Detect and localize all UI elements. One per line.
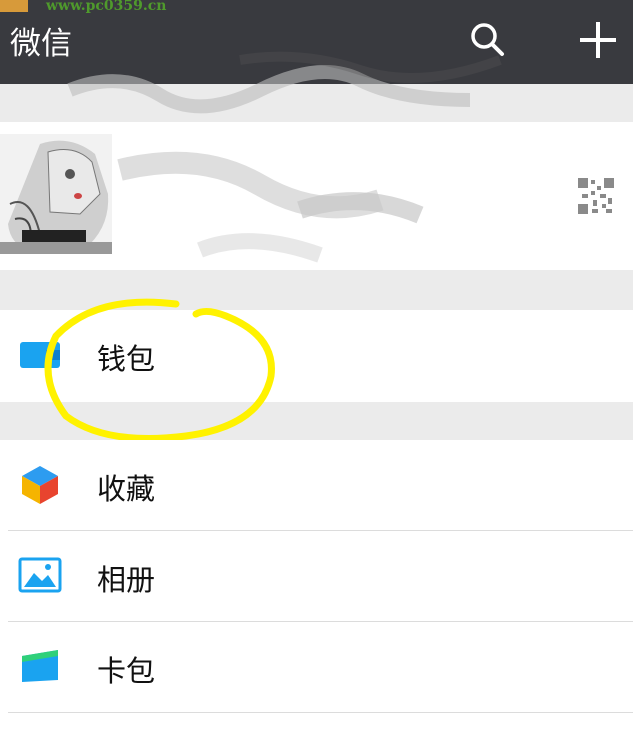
add-button[interactable] (576, 18, 620, 62)
watermark-logo (0, 0, 28, 12)
qr-code-button[interactable] (578, 178, 614, 214)
divider (8, 712, 633, 713)
menu-item-cards[interactable]: 卡包 (0, 622, 633, 712)
menu-item-label: 钱包 (97, 342, 156, 376)
cube-icon (22, 466, 58, 504)
search-button[interactable] (466, 18, 510, 62)
menu-item-favorites[interactable]: 收藏 (0, 440, 633, 530)
menu-item-wallet[interactable]: 钱包 (0, 310, 633, 400)
plus-icon (580, 22, 616, 58)
menu-item-album[interactable]: 相册 (0, 531, 633, 621)
wallet-section: 钱包 (0, 310, 633, 402)
menu-item-label: 卡包 (97, 654, 156, 688)
menu-item-label: 收藏 (97, 472, 156, 506)
avatar[interactable] (0, 134, 112, 254)
card-icon (22, 650, 58, 682)
page-title: 微信 (10, 26, 72, 62)
menu-item-label: 相册 (97, 563, 156, 597)
qr-code-icon (578, 178, 614, 214)
wallet-icon (20, 342, 60, 368)
photo-icon (18, 557, 62, 593)
tools-section: 收藏 相册 卡包 (0, 440, 633, 738)
watermark: www.pc0359.cn (0, 0, 200, 14)
avatar-image (0, 134, 112, 254)
top-bar: www.pc0359.cn 微信 (0, 0, 633, 84)
watermark-text: www.pc0359.cn (46, 0, 167, 14)
profile-card[interactable] (0, 122, 633, 270)
search-icon (471, 23, 504, 56)
